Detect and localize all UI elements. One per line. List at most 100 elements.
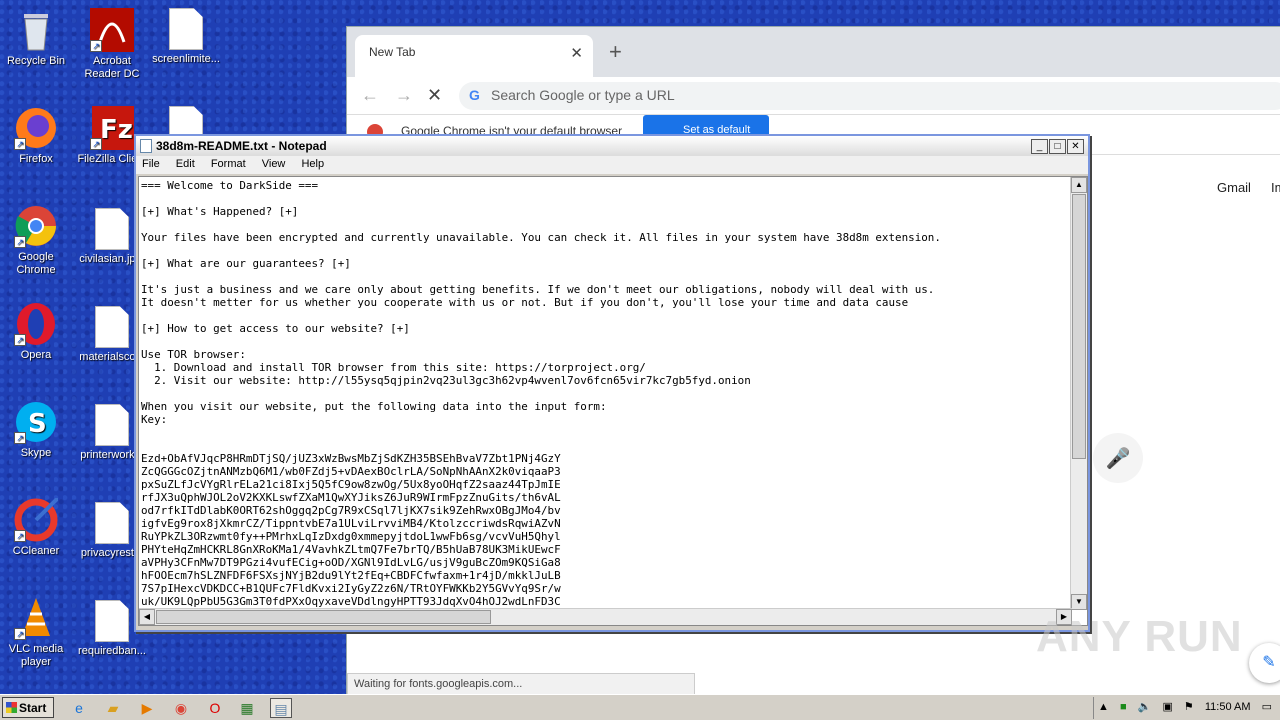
svg-text:S: S <box>28 409 47 439</box>
vertical-scroll-thumb[interactable] <box>1072 194 1086 459</box>
desktop-icon-label: Google Chrome <box>16 251 56 276</box>
recycle-bin-icon <box>14 8 58 52</box>
menu-edit[interactable]: Edit <box>176 158 195 170</box>
show-desktop-icon[interactable]: ▭ <box>1262 697 1272 717</box>
notepad-taskbar-icon[interactable]: ▤ <box>270 698 292 718</box>
notepad-title-bar[interactable]: 38d8m-README.txt - Notepad _ □ ✕ <box>136 136 1088 156</box>
shortcut-arrow-icon: ↗ <box>90 138 102 150</box>
opera-taskbar-icon[interactable]: O <box>204 698 226 718</box>
gmail-link[interactable]: Gmail <box>1217 180 1251 195</box>
tab-title: New Tab <box>369 45 416 59</box>
shortcut-arrow-icon: ↗ <box>14 530 26 542</box>
desktop-icon-firefox[interactable]: ↗ Firefox <box>0 106 72 166</box>
document-icon <box>95 404 129 446</box>
notepad-title: 38d8m-README.txt - Notepad <box>156 139 327 153</box>
taskbar: Start e ▰ ▶ ◉ O ▦ ▤ ▲ ■ 🔈 ▣ ⚑ 11:50 AM ▭ <box>0 694 1280 720</box>
voice-search-mic-icon[interactable]: 🎤 <box>1093 433 1143 483</box>
desktop-icon-label: requiredban... <box>78 645 146 657</box>
desktop-icon-vlc[interactable]: ↗ VLC media player <box>0 596 72 669</box>
file-explorer-icon[interactable]: ▰ <box>102 698 124 718</box>
windows-flag-icon <box>6 702 17 713</box>
scroll-down-icon[interactable]: ▼ <box>1071 594 1087 610</box>
notepad-file-icon <box>140 139 152 153</box>
document-icon <box>95 306 129 348</box>
omnibox-placeholder: Search Google or type a URL <box>491 87 675 103</box>
desktop-icon-label: Recycle Bin <box>6 55 66 67</box>
start-button[interactable]: Start <box>2 697 54 718</box>
desktop-icon-label: Opera <box>20 349 52 361</box>
omnibox[interactable]: G Search Google or type a URL <box>459 82 1280 110</box>
ransom-note-text[interactable]: === Welcome to DarkSide === [+] What's H… <box>141 179 1071 611</box>
minimize-icon[interactable]: _ <box>1031 139 1048 154</box>
document-icon <box>95 208 129 250</box>
vlc-cone-icon: ↗ <box>14 596 58 640</box>
desktop-icon-recycle-bin[interactable]: Recycle Bin <box>0 8 72 68</box>
menu-help[interactable]: Help <box>301 158 324 170</box>
shortcut-arrow-icon: ↗ <box>14 138 26 150</box>
menu-format[interactable]: Format <box>211 158 246 170</box>
images-link[interactable]: Ima <box>1271 180 1280 195</box>
opera-icon: ↗ <box>14 302 58 346</box>
desktop-icon-chrome[interactable]: ↗ Google Chrome <box>0 204 72 277</box>
notepad-editor[interactable]: === Welcome to DarkSide === [+] What's H… <box>138 176 1088 626</box>
volume-icon[interactable]: 🔈 <box>1138 697 1152 717</box>
desktop-icon-ccleaner[interactable]: ↗ CCleaner <box>0 496 72 558</box>
close-tab-icon[interactable]: ✕ <box>570 44 583 62</box>
skype-icon: S ↗ <box>14 400 58 444</box>
action-center-flag-icon[interactable]: ⚑ <box>1184 697 1194 717</box>
chrome-taskbar-icon[interactable]: ◉ <box>170 698 192 718</box>
scroll-left-icon[interactable]: ◀ <box>139 609 155 625</box>
firefox-icon: ↗ <box>14 106 58 150</box>
shortcut-arrow-icon: ↗ <box>14 432 26 444</box>
loading-status-bubble: Waiting for fonts.googleapis.com... <box>347 673 695 695</box>
document-icon <box>169 8 203 50</box>
tray-network-status-icon[interactable]: ■ <box>1120 697 1127 717</box>
new-tab-plus-icon[interactable]: + <box>609 39 622 65</box>
chrome-tab-new-tab[interactable]: New Tab ✕ <box>355 35 593 77</box>
tray-network-icon[interactable]: ▣ <box>1162 697 1172 717</box>
acrobat-icon: ↗ <box>90 8 134 52</box>
desktop-icon-label: screenlimite... <box>152 53 220 65</box>
shortcut-arrow-icon: ↗ <box>14 236 26 248</box>
horizontal-scroll-thumb[interactable] <box>156 610 491 624</box>
vertical-scrollbar[interactable]: ▲ ▼ <box>1070 177 1087 610</box>
notepad-window[interactable]: 38d8m-README.txt - Notepad _ □ ✕ File Edit… <box>134 134 1090 632</box>
menu-view[interactable]: View <box>262 158 286 170</box>
desktop-icon-skype[interactable]: S ↗ Skype <box>0 400 72 460</box>
tray-expand-icon[interactable]: ▲ <box>1098 697 1109 717</box>
google-header-links: Gmail Ima <box>1217 180 1280 195</box>
desktop-icon-label: VLC media player <box>8 643 64 668</box>
desktop-icon-label: Skype <box>20 447 52 459</box>
desktop-icon-acrobat[interactable]: ↗ Acrobat Reader DC <box>76 8 148 81</box>
svg-text:Fz: Fz <box>100 115 133 145</box>
forward-arrow-icon[interactable]: → <box>395 85 413 106</box>
taskbar-clock[interactable]: 11:50 AM <box>1205 697 1251 717</box>
ccleaner-icon: ↗ <box>14 496 60 542</box>
anyrun-watermark: ANY RUN <box>1036 612 1243 661</box>
chrome-icon: ↗ <box>14 204 58 248</box>
shortcut-arrow-icon: ↗ <box>90 40 102 52</box>
horizontal-scrollbar[interactable]: ◀ ▶ <box>139 608 1072 625</box>
close-window-icon[interactable]: ✕ <box>1067 139 1084 154</box>
scroll-up-icon[interactable]: ▲ <box>1071 177 1087 193</box>
task-manager-icon[interactable]: ▦ <box>236 698 258 718</box>
media-player-icon[interactable]: ▶ <box>136 698 158 718</box>
google-g-icon: G <box>469 87 480 103</box>
stop-loading-icon[interactable]: ✕ <box>427 85 442 106</box>
customize-pencil-icon[interactable]: ✎ <box>1249 643 1280 683</box>
menu-file[interactable]: File <box>142 158 160 170</box>
document-icon <box>95 502 129 544</box>
desktop-icon-screenlimite[interactable]: screenlimite... <box>150 8 222 66</box>
desktop-icon-label: Acrobat Reader DC <box>84 55 140 80</box>
system-tray: ▲ ■ 🔈 ▣ ⚑ 11:50 AM ▭ <box>1093 697 1280 719</box>
chrome-toolbar: ← → ✕ G Search Google or type a URL <box>347 77 1280 115</box>
document-icon <box>95 600 129 642</box>
window-controls: _ □ ✕ <box>1030 138 1084 154</box>
shortcut-arrow-icon: ↗ <box>14 334 26 346</box>
desktop-icon-label: CCleaner <box>12 545 60 557</box>
desktop-icon-opera[interactable]: ↗ Opera <box>0 302 72 362</box>
back-arrow-icon[interactable]: ← <box>361 85 379 106</box>
internet-explorer-icon[interactable]: e <box>68 698 90 718</box>
desktop-icon-label: Firefox <box>19 153 53 165</box>
maximize-icon[interactable]: □ <box>1049 139 1066 154</box>
